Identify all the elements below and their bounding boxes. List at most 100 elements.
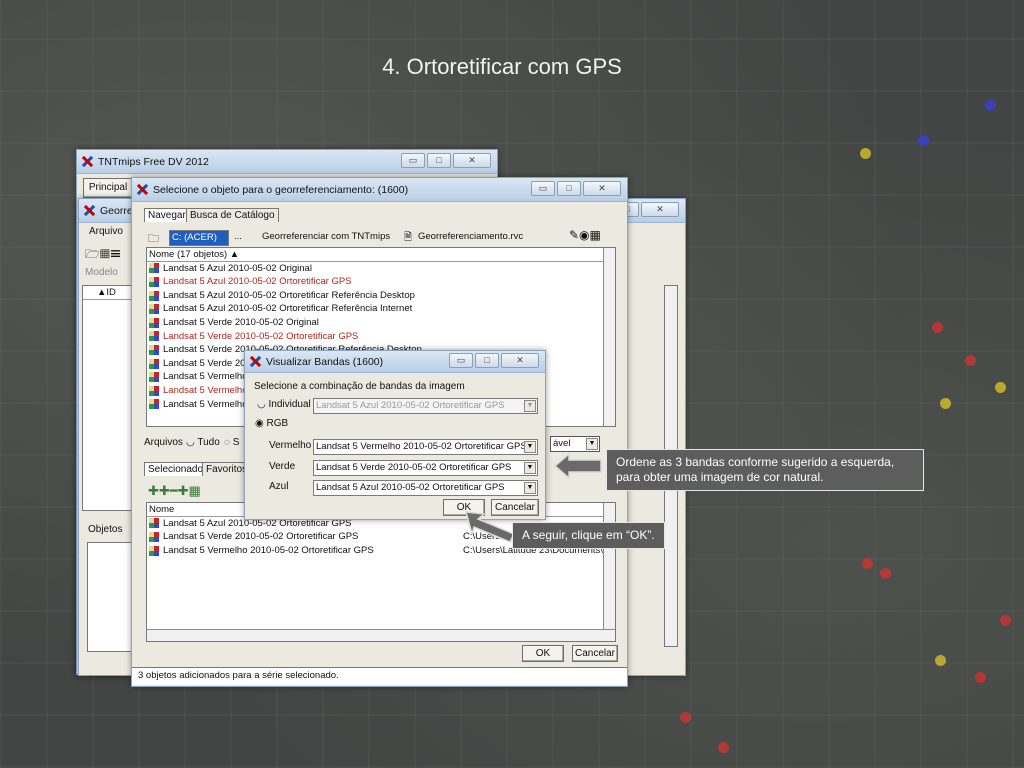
list-item[interactable]: Landsat 5 Verde 2010-05-02 Original [147,316,615,330]
select-dialog-title: Selecione o objeto para o georreferencia… [153,183,409,196]
principal-menu-button[interactable]: Principal [83,178,133,198]
bands-dialog-titlebar[interactable]: Visualizar Bandas (1600) ▭ □ ✕ [245,351,545,373]
map-dot [932,322,943,333]
select-maximize-button[interactable]: □ [557,181,581,196]
bands-minimize-button[interactable]: ▭ [449,353,473,368]
bands-maximize-button[interactable]: □ [475,353,499,368]
chevron-down-icon: ▼ [524,400,536,412]
selected-item-name: Landsat 5 Vermelho 2010-05-02 Ortoretifi… [163,544,374,556]
select-ok-button[interactable]: OK [522,645,564,662]
radio-individual[interactable]: ◡ Individual [257,399,311,410]
callout-bands: Ordene as 3 bandas conforme sugerido a e… [606,449,924,491]
select-close-button[interactable]: ✕ [583,181,621,196]
select-cancel-button[interactable]: Cancelar [572,645,618,662]
map-dot [862,558,873,569]
raster-icon [149,385,159,396]
vermelho-label: Vermelho [269,440,312,451]
selected-tools-icons[interactable]: ✚✚━✚▦ [148,483,201,499]
azul-select[interactable]: Landsat 5 Azul 2010-05-02 Ortoretificar … [313,480,538,496]
list-item-label: Landsat 5 Verde 20 [163,357,246,369]
object-list-header[interactable]: Nome (17 objetos) ▲ [147,248,615,262]
individual-label: Individual [268,399,311,410]
filter-value: ável [553,438,571,449]
map-dot [935,655,946,666]
bands-dialog: Visualizar Bandas (1600) ▭ □ ✕ Selecione… [244,350,546,520]
georef-close-button[interactable]: ✕ [641,202,679,217]
select-dialog-logo-icon [136,183,149,196]
list-item-label: Landsat 5 Azul 2010-05-02 Ortoretificar … [163,303,413,315]
list-item-label: Landsat 5 Azul 2010-05-02 Original [163,262,312,274]
minimize-button[interactable]: ▭ [401,153,425,168]
individual-value: Landsat 5 Azul 2010-05-02 Ortoretificar … [316,400,505,411]
raster-icon [149,263,159,274]
chevron-down-icon: ▼ [524,441,536,453]
tntmips-title: TNTmips Free DV 2012 [98,155,209,168]
radio-tudo[interactable]: ◡ Tudo [186,437,220,448]
georef-toolbar-icons[interactable]: 🗁▦☰ [85,245,121,266]
path-folder[interactable]: Georreferenciar com TNTmips [262,231,390,242]
raster-icon [149,290,159,301]
map-dot [880,568,891,579]
map-dot [718,742,729,753]
objetos-list[interactable] [87,542,135,652]
selected-item-name: Landsat 5 Verde 2010-05-02 Ortoretificar… [163,531,359,543]
radio-rgb[interactable]: ◉ RGB [255,418,288,429]
list-item[interactable]: Landsat 5 Azul 2010-05-02 Ortoretificar … [147,289,615,303]
individual-select[interactable]: Landsat 5 Azul 2010-05-02 Ortoretificar … [313,398,538,414]
object-list-header-label: Nome (17 objetos) [149,248,228,260]
verde-label: Verde [269,461,296,472]
col-id-label: ID [106,286,116,298]
georef-menu-arquivo[interactable]: Arquivo [89,226,123,237]
selected-list-hscroll[interactable] [147,629,615,641]
toolbar-tools-icons[interactable]: ✎◉▦ [569,228,601,242]
path-ellipsis[interactable]: ... [234,231,242,242]
list-item[interactable]: Landsat 5 Verde 2010-05-02 Ortoretificar… [147,330,615,344]
maximize-button[interactable]: □ [427,153,451,168]
slide-title: 4. Ortoretificar com GPS [382,54,622,79]
raster-icon [149,545,159,556]
drive-select[interactable]: C: (ACER) [169,230,229,246]
raster-icon [149,372,159,383]
raster-icon [149,344,159,355]
azul-value: Landsat 5 Azul 2010-05-02 Ortoretificar … [316,482,505,493]
object-list-vscroll[interactable] [603,248,615,426]
list-item[interactable]: Landsat 5 Azul 2010-05-02 Original [147,262,615,276]
list-item-label: Landsat 5 Azul 2010-05-02 Ortoretificar … [163,289,415,301]
bands-close-button[interactable]: ✕ [501,353,539,368]
map-dot [918,135,929,146]
list-item-label: Landsat 5 Verde 2010-05-02 Ortoretificar… [163,330,359,342]
list-item-label: Landsat 5 Vermelho [163,371,248,383]
raster-icon [149,531,159,542]
radio-s[interactable]: ◌ S [224,437,239,448]
list-item[interactable]: Landsat 5 Azul 2010-05-02 Ortoretificar … [147,275,615,289]
chevron-down-icon: ▼ [524,482,536,494]
vermelho-select[interactable]: Landsat 5 Vermelho 2010-05-02 Ortoretifi… [313,439,538,455]
filter-select[interactable]: ável ▼ [550,436,600,452]
callout-ok: A seguir, clique em “OK”. [512,522,665,549]
map-dot [965,355,976,366]
map-dot [860,148,871,159]
georef-id-list[interactable]: ▲ ID [82,285,134,511]
modelo-label: Modelo [85,267,118,278]
bands-prompt: Selecione a combinação de bandas da imag… [254,381,465,392]
list-item-label: Landsat 5 Verde 2010-05-02 Original [163,316,319,328]
col-id-header[interactable]: ▲ ID [83,286,133,300]
list-item[interactable]: Landsat 5 Azul 2010-05-02 Ortoretificar … [147,302,615,316]
select-minimize-button[interactable]: ▭ [531,181,555,196]
map-dot [985,100,996,111]
raster-icon [149,518,159,529]
map-dot [995,382,1006,393]
arrow-up-left-icon [464,511,516,543]
chevron-down-icon: ▼ [586,438,598,450]
arquivos-label: Arquivos [144,437,183,448]
azul-label: Azul [269,481,289,492]
verde-select[interactable]: Landsat 5 Verde 2010-05-02 Ortoretificar… [313,460,538,476]
tab-selecionado[interactable]: Selecionado [144,462,208,476]
tntmips-titlebar[interactable]: TNTmips Free DV 2012 ▭ □ ✕ [77,150,497,174]
close-button[interactable]: ✕ [453,153,491,168]
path-file[interactable]: Georreferenciamento.rvc [418,231,523,242]
tab-navegar[interactable]: Navegar [144,208,190,222]
list-item-label: Landsat 5 Azul 2010-05-02 Ortoretificar … [163,276,352,288]
select-dialog-titlebar[interactable]: Selecione o objeto para o georreferencia… [132,178,627,202]
tab-busca-catalogo[interactable]: Busca de Catálogo [186,208,279,222]
